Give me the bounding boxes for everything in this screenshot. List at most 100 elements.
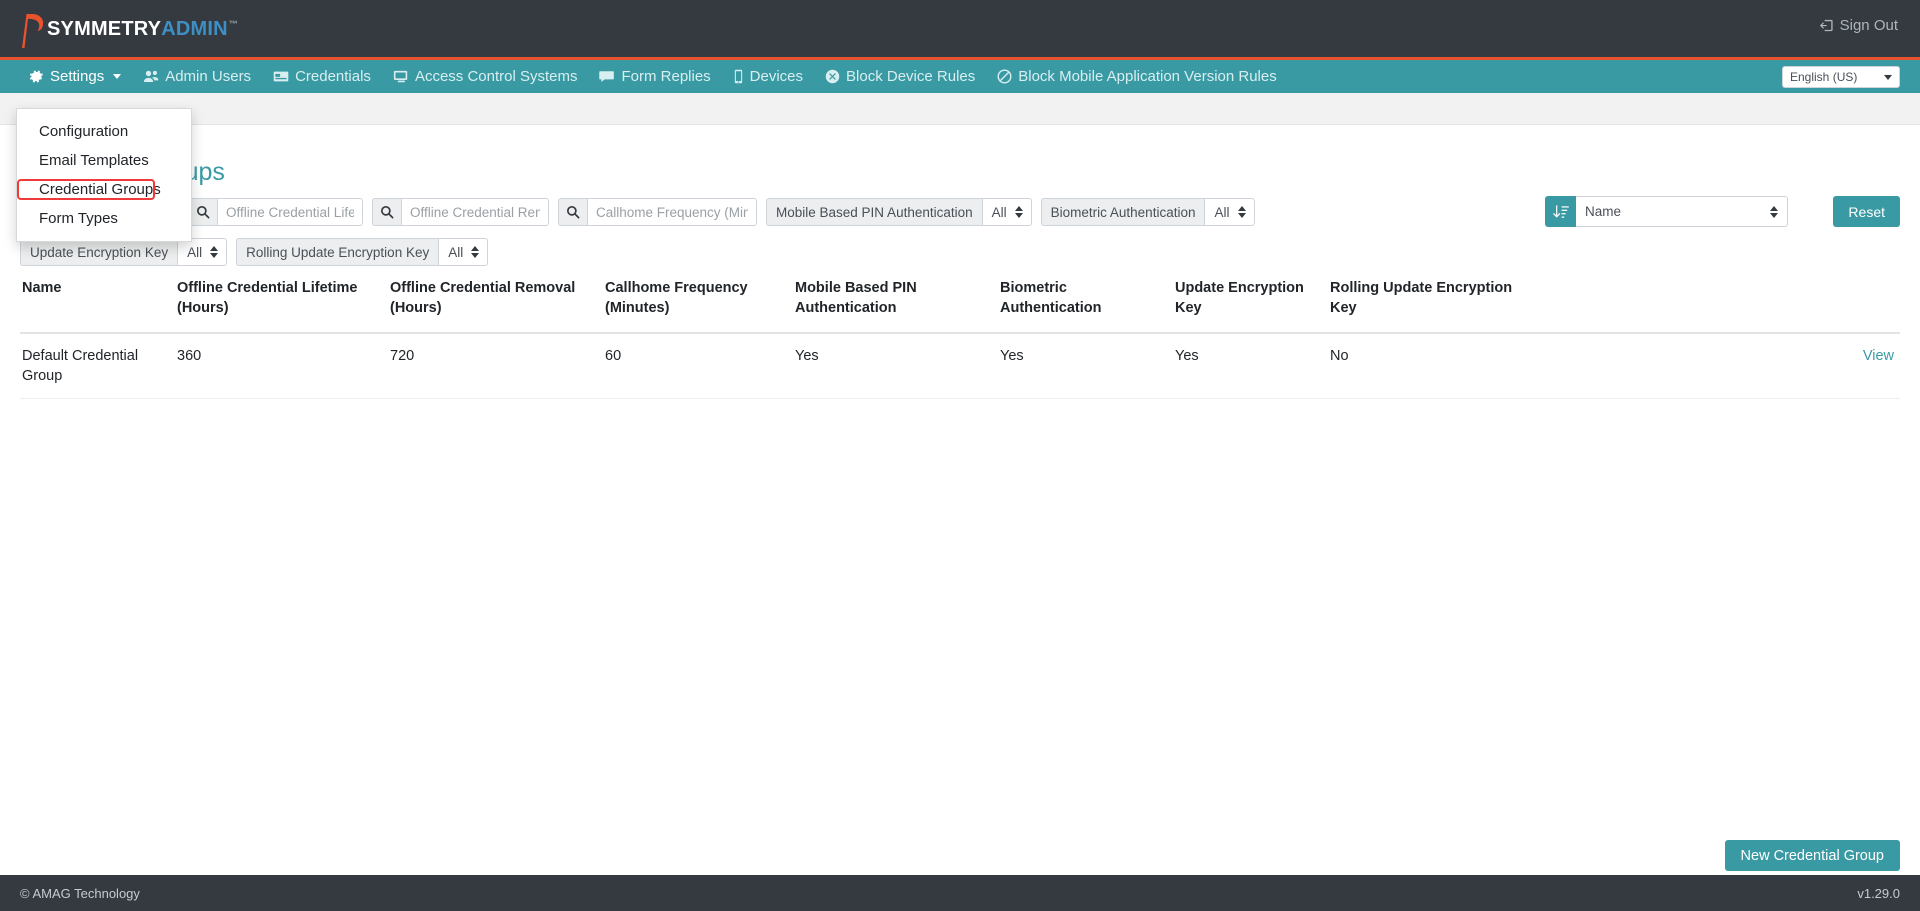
nav-item-devices[interactable]: Devices <box>722 60 814 93</box>
filter-offline-credential-lifetime-input[interactable] <box>217 198 363 226</box>
sort-control[interactable]: Name <box>1545 196 1788 227</box>
chevron-down-icon <box>1884 74 1892 80</box>
circle-slash-icon <box>997 69 1012 84</box>
app-logo[interactable]: SYMMETRY ADMIN ™ <box>20 8 238 53</box>
table-body: Default Credential Group 360 720 60 Yes … <box>20 333 1900 399</box>
column-header-offline-credential-removal: Offline Credential Removal (Hours) <box>388 272 603 334</box>
logo-admin-text: ADMIN <box>161 18 228 40</box>
column-header-update-encryption-key: Update Encryption Key <box>1173 272 1328 334</box>
new-credential-group-button[interactable]: New Credential Group <box>1724 840 1900 871</box>
reset-button[interactable]: Reset <box>1833 196 1900 227</box>
filter-value: All <box>1214 204 1230 220</box>
filter-mobile-based-pin-authentication-label: Mobile Based PIN Authentication <box>766 198 982 226</box>
cell-offline-credential-removal: 720 <box>388 333 603 399</box>
search-icon <box>372 198 401 226</box>
filter-offline-credential-removal[interactable] <box>372 198 549 226</box>
filter-callhome-frequency-input[interactable] <box>587 198 757 226</box>
cell-name: Default Credential Group <box>20 333 175 399</box>
cell-mobile-based-pin-authentication: Yes <box>793 333 998 399</box>
search-icon <box>188 198 217 226</box>
table-row: Default Credential Group 360 720 60 Yes … <box>20 333 1900 399</box>
nav-item-label: Admin Users <box>165 68 252 85</box>
menu-item-configuration[interactable]: Configuration <box>17 117 191 146</box>
column-header-callhome-frequency: Callhome Frequency (Minutes) <box>603 272 793 334</box>
filter-value: All <box>187 244 203 260</box>
users-icon <box>143 69 159 84</box>
nav-item-label: Credentials <box>295 68 371 85</box>
menu-item-email-templates[interactable]: Email Templates <box>17 146 191 175</box>
filter-callhome-frequency[interactable] <box>558 198 757 226</box>
filter-rolling-update-encryption-key[interactable]: Rolling Update Encryption Key All <box>236 238 489 266</box>
sort-updown-icon <box>210 246 219 258</box>
nav-item-admin-users[interactable]: Admin Users <box>132 60 262 93</box>
gear-icon <box>29 69 44 84</box>
nav-item-block-mobile-application-version-rules[interactable]: Block Mobile Application Version Rules <box>986 60 1287 93</box>
sign-out-icon <box>1819 18 1834 33</box>
credential-groups-table: Name Offline Credential Lifetime (Hours)… <box>20 272 1900 399</box>
menu-item-form-types[interactable]: Form Types <box>17 204 191 233</box>
mobile-icon <box>733 69 744 84</box>
filter-rolling-update-encryption-key-select[interactable]: All <box>438 238 489 266</box>
sign-out-button[interactable]: Sign Out <box>1819 17 1898 34</box>
sign-out-label: Sign Out <box>1839 17 1898 34</box>
main-navigation-bar: Settings Admin Users Credentials Access … <box>0 60 1920 93</box>
cell-biometric-authentication: Yes <box>998 333 1173 399</box>
column-header-name: Name <box>20 272 175 334</box>
column-header-offline-credential-lifetime: Offline Credential Lifetime (Hours) <box>175 272 388 334</box>
nav-item-label: Form Replies <box>621 68 711 85</box>
filter-update-encryption-key-label: Update Encryption Key <box>20 238 178 266</box>
nav-item-label: Access Control Systems <box>414 68 578 85</box>
filter-mobile-based-pin-authentication-select[interactable]: All <box>981 198 1032 226</box>
filter-biometric-authentication-select[interactable]: All <box>1204 198 1255 226</box>
filter-biometric-authentication[interactable]: Biometric Authentication All <box>1040 198 1255 226</box>
filter-value: All <box>991 204 1007 220</box>
nav-item-settings[interactable]: Settings <box>18 60 132 93</box>
nav-item-access-control-systems[interactable]: Access Control Systems <box>382 60 589 93</box>
view-link[interactable]: View <box>1863 348 1894 364</box>
column-header-rolling-update-encryption-key: Rolling Update Encryption Key <box>1328 272 1528 334</box>
page-footer: © AMAG Technology v1.29.0 <box>0 875 1920 911</box>
nav-item-label: Block Device Rules <box>846 68 976 85</box>
top-header-bar: SYMMETRY ADMIN ™ Sign Out <box>0 0 1920 60</box>
sort-field-select[interactable]: Name <box>1576 196 1788 227</box>
filter-value: All <box>448 244 464 260</box>
logo-trademark-symbol: ™ <box>228 19 238 29</box>
filter-update-encryption-key-select[interactable]: All <box>177 238 228 266</box>
circle-x-icon <box>825 69 840 84</box>
filter-rolling-update-encryption-key-label: Rolling Update Encryption Key <box>236 238 439 266</box>
cell-actions: View <box>1528 333 1900 399</box>
filter-mobile-based-pin-authentication[interactable]: Mobile Based PIN Authentication All <box>766 198 1032 226</box>
cell-callhome-frequency: 60 <box>603 333 793 399</box>
settings-dropdown-menu: Configuration Email Templates Credential… <box>16 108 192 242</box>
filter-offline-credential-removal-input[interactable] <box>401 198 549 226</box>
nav-item-block-device-rules[interactable]: Block Device Rules <box>814 60 986 93</box>
logo-symmetry-text: SYMMETRY <box>47 18 162 40</box>
table-header: Name Offline Credential Lifetime (Hours)… <box>20 272 1900 334</box>
column-header-actions <box>1528 272 1900 334</box>
cell-rolling-update-encryption-key: No <box>1328 333 1528 399</box>
nav-item-credentials[interactable]: Credentials <box>262 60 382 93</box>
sort-updown-icon <box>1237 206 1246 218</box>
monitor-icon <box>393 69 409 84</box>
credential-groups-table-container: Name Offline Credential Lifetime (Hours)… <box>20 272 1900 399</box>
menu-item-credential-groups[interactable]: Credential Groups <box>17 175 191 204</box>
filter-biometric-authentication-label: Biometric Authentication <box>1040 198 1205 226</box>
table-header-row: Name Offline Credential Lifetime (Hours)… <box>20 272 1900 334</box>
filter-update-encryption-key[interactable]: Update Encryption Key All <box>20 238 228 266</box>
sort-field-value: Name <box>1585 204 1622 219</box>
search-icon <box>558 198 587 226</box>
cell-offline-credential-lifetime: 360 <box>175 333 388 399</box>
footer-version: v1.29.0 <box>1857 886 1900 901</box>
logo-wordmark: SYMMETRY ADMIN ™ <box>47 8 238 53</box>
nav-item-form-replies[interactable]: Form Replies <box>588 60 721 93</box>
nav-item-label: Settings <box>50 68 105 85</box>
language-selector-value: English (US) <box>1790 70 1858 84</box>
filter-offline-credential-lifetime[interactable] <box>188 198 363 226</box>
nav-item-label: Devices <box>749 68 804 85</box>
language-selector[interactable]: English (US) <box>1782 66 1900 88</box>
sort-updown-icon <box>1770 205 1778 218</box>
sort-descending-icon[interactable] <box>1545 196 1576 227</box>
nav-item-label: Block Mobile Application Version Rules <box>1018 68 1277 85</box>
sort-updown-icon <box>1014 206 1023 218</box>
footer-copyright: © AMAG Technology <box>20 886 140 901</box>
